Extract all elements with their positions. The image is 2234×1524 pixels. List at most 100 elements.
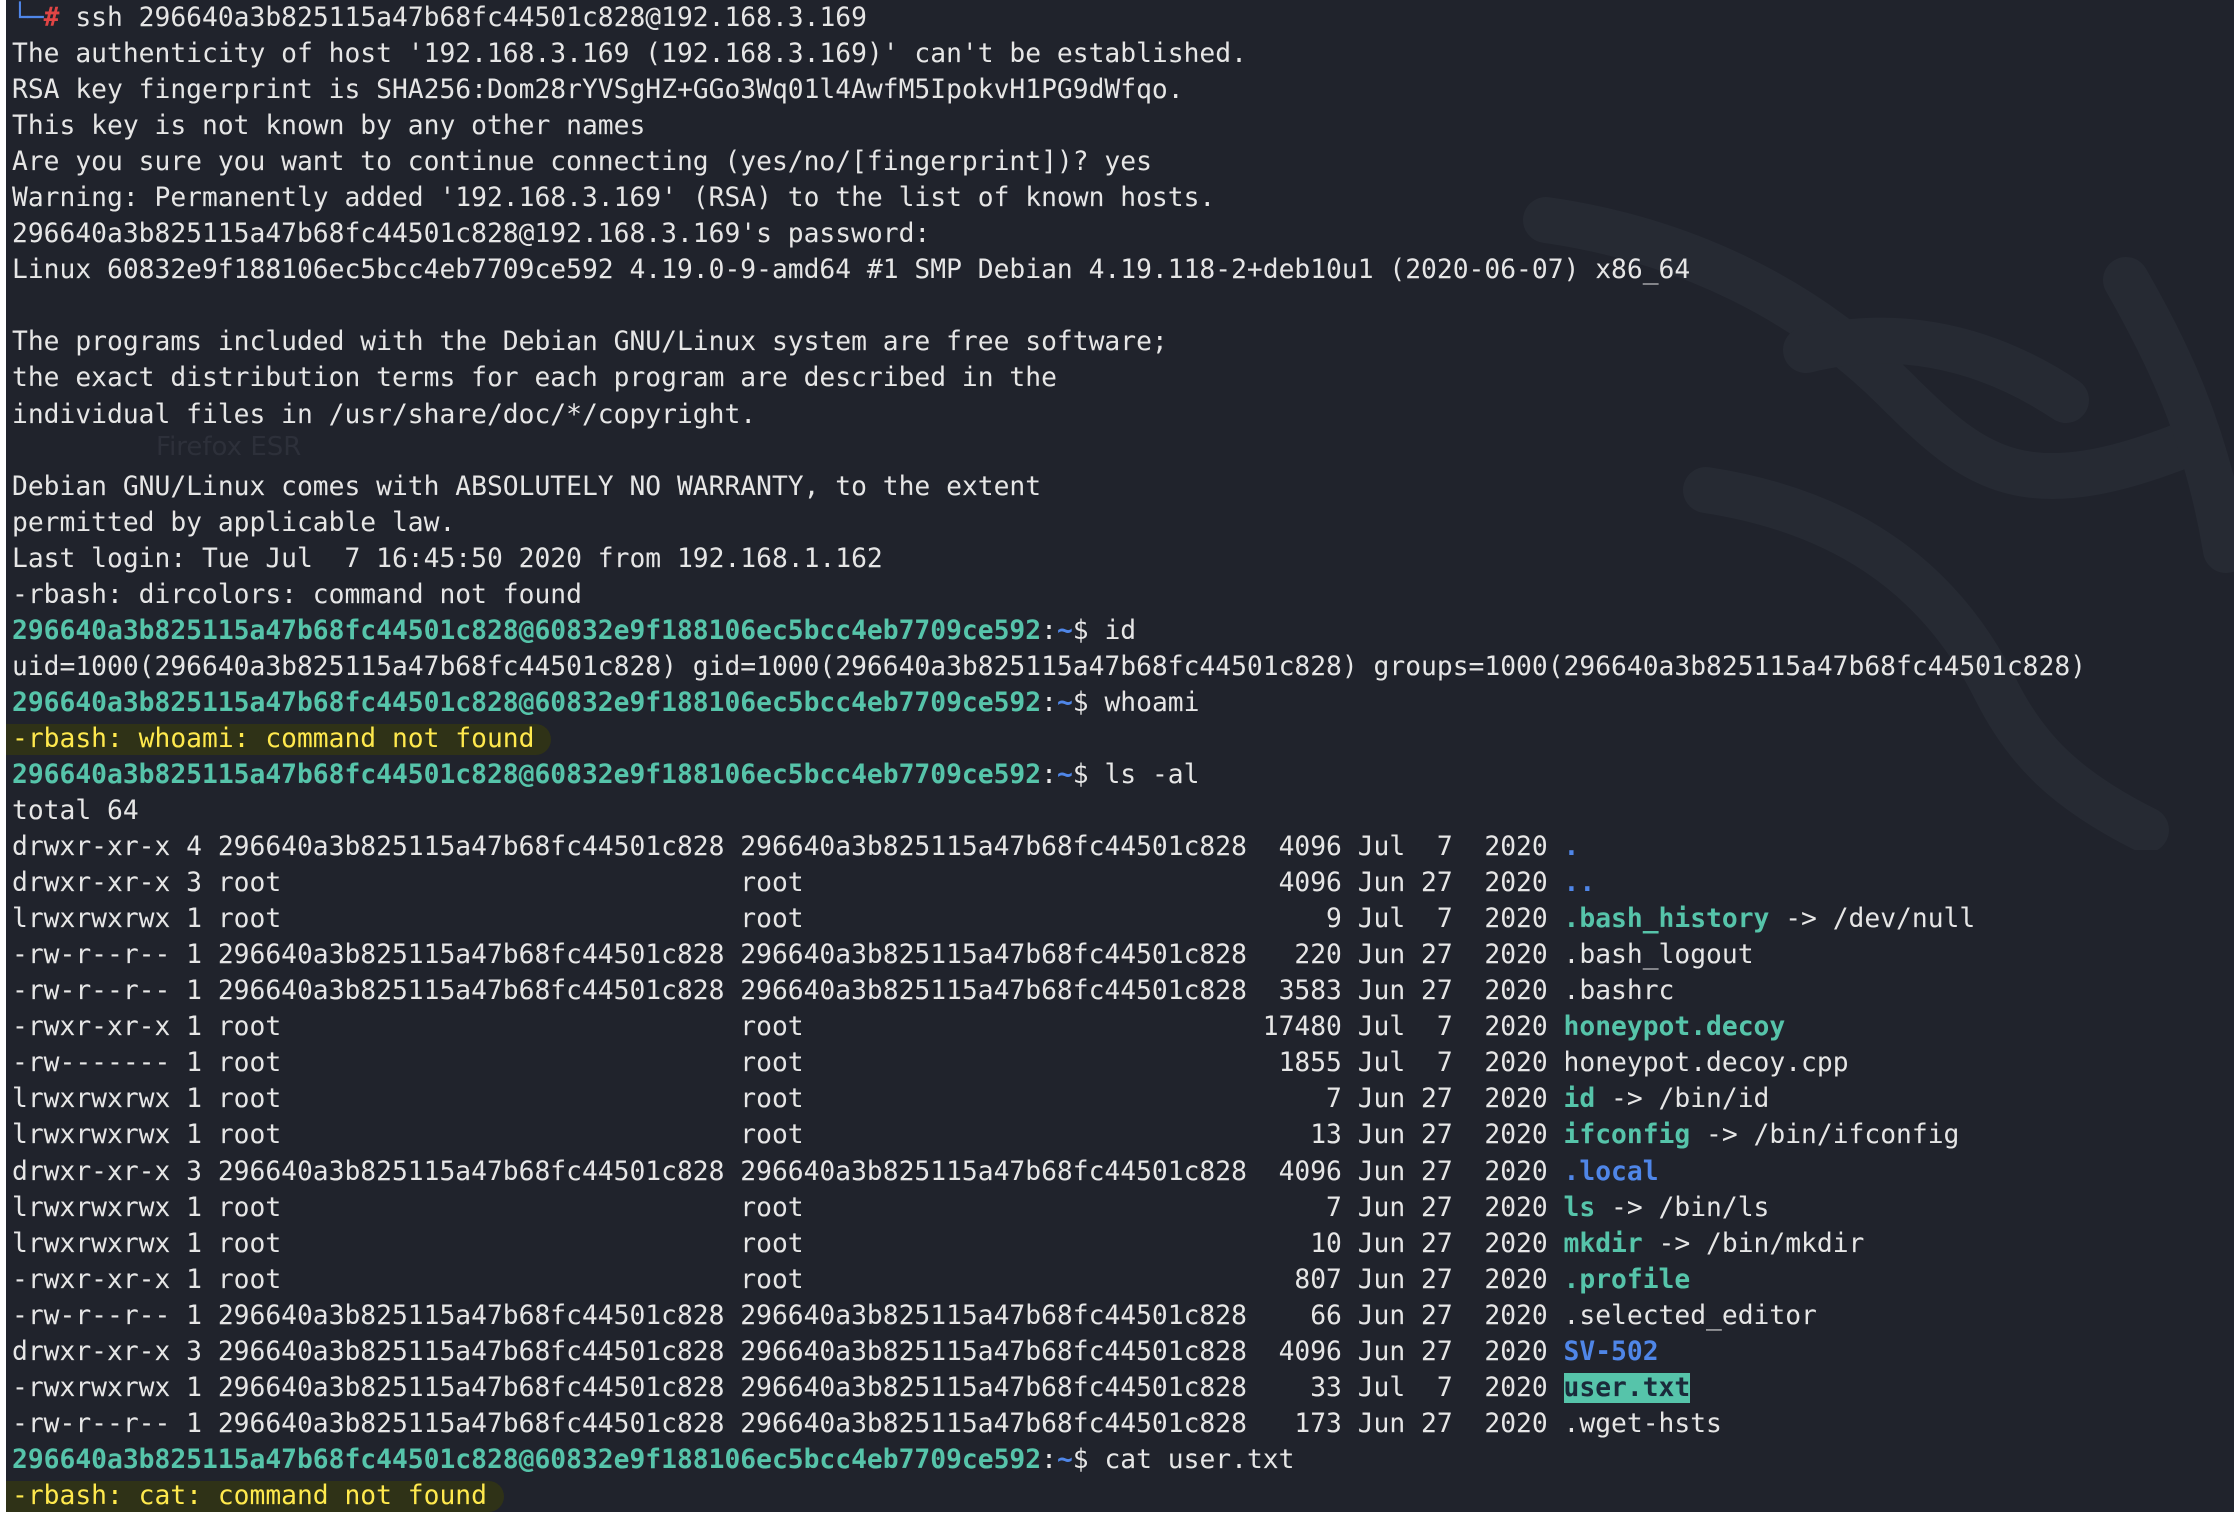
ls-entry-link-target: -> /bin/ls — [1595, 1192, 1770, 1223]
output-text: Are you sure you want to continue connec… — [12, 147, 1152, 178]
ls-entry: -rw-r--r-- 1 296640a3b825115a47b68fc4450… — [12, 973, 2086, 1009]
error-text: -rbash: whoami: command not found — [12, 723, 535, 754]
ls-entry-meta: drwxr-xr-x 3 root root 4096 Jun 27 2020 — [12, 868, 1564, 899]
ls-entry-name: .. — [1563, 868, 1596, 899]
prompt-separator: : — [1041, 687, 1057, 718]
terminal-line: The programs included with the Debian GN… — [12, 324, 2086, 360]
prompt-dollar: $ — [1072, 1444, 1089, 1475]
typed-command: ls -al — [1088, 759, 1200, 790]
output-text: -rbash: dircolors: command not found — [12, 579, 582, 610]
output-text: Debian GNU/Linux comes with ABSOLUTELY N… — [12, 471, 1042, 502]
ls-entry: -rwxrwxrwx 1 296640a3b825115a47b68fc4450… — [12, 1370, 2086, 1406]
terminal-line: Last login: Tue Jul 7 16:45:50 2020 from… — [12, 541, 2086, 577]
ls-entry: -rw-r--r-- 1 296640a3b825115a47b68fc4450… — [12, 1406, 2086, 1442]
ls-entry-name: .local — [1563, 1156, 1659, 1187]
output-text: Last login: Tue Jul 7 16:45:50 2020 from… — [12, 543, 883, 574]
ls-entry-name: .selected_editor — [1563, 1300, 1817, 1331]
ls-entry-meta: -rwxr-xr-x 1 root root 17480 Jul 7 2020 — [12, 1012, 1564, 1043]
terminal-line: RSA key fingerprint is SHA256:Dom28rYVSg… — [12, 72, 2086, 108]
ls-entry-name: . — [1563, 832, 1580, 863]
prompt-line: 296640a3b825115a47b68fc44501c828@60832e9… — [12, 685, 2086, 721]
output-text: Linux 60832e9f188106ec5bcc4eb7709ce592 4… — [12, 255, 1691, 286]
prompt-separator: : — [1041, 615, 1057, 646]
ls-entry-link-target: -> /bin/mkdir — [1642, 1228, 1865, 1259]
ls-entry-name: id — [1563, 1084, 1596, 1115]
ls-entry-meta: lrwxrwxrwx 1 root root 7 Jun 27 2020 — [12, 1192, 1564, 1223]
ls-entry-meta: -rwxrwxrwx 1 296640a3b825115a47b68fc4450… — [12, 1372, 1564, 1403]
ls-entry-meta: drwxr-xr-x 3 296640a3b825115a47b68fc4450… — [12, 1156, 1564, 1187]
ls-entry-link-target: -> /bin/id — [1595, 1084, 1770, 1115]
ls-entry-link-target: -> /bin/ifconfig — [1690, 1120, 1960, 1151]
prompt-dollar: $ — [1072, 759, 1089, 790]
ls-entry-meta: -rw-r--r-- 1 296640a3b825115a47b68fc4450… — [12, 1408, 1564, 1439]
ls-entry-name: honeypot.decoy.cpp — [1563, 1048, 1849, 1079]
terminal-line: -rbash: whoami: command not found — [6, 721, 2086, 757]
ls-entry-meta: drwxr-xr-x 4 296640a3b825115a47b68fc4450… — [12, 832, 1564, 863]
typed-command: cat user.txt — [1088, 1444, 1295, 1475]
ls-entry-meta: -rw-r--r-- 1 296640a3b825115a47b68fc4450… — [12, 1300, 1564, 1331]
prompt-path: ~ — [1056, 615, 1073, 646]
prompt-path: ~ — [1056, 759, 1073, 790]
output-text: the exact distribution terms for each pr… — [12, 363, 1057, 394]
output-text: This key is not known by any other names — [12, 111, 646, 142]
ls-entry-name: .bashrc — [1563, 976, 1675, 1007]
ls-entry: lrwxrwxrwx 1 root root 10 Jun 27 2020 mk… — [12, 1226, 2086, 1262]
ls-entry-name: .bash_history — [1563, 904, 1770, 935]
ls-entry-name: honeypot.decoy — [1563, 1012, 1786, 1043]
ls-entry: -rwxr-xr-x 1 root root 807 Jun 27 2020 .… — [12, 1262, 2086, 1298]
ls-entry-meta: lrwxrwxrwx 1 root root 13 Jun 27 2020 — [12, 1120, 1564, 1151]
ls-entry-meta: lrwxrwxrwx 1 root root 9 Jul 7 2020 — [12, 904, 1564, 935]
ls-entry: drwxr-xr-x 3 296640a3b825115a47b68fc4450… — [12, 1154, 2086, 1190]
terminal-line: -rbash: dircolors: command not found — [12, 577, 2086, 613]
prompt-user-host: 296640a3b825115a47b68fc44501c828@60832e9… — [12, 1444, 1042, 1475]
ls-entry-name: SV-502 — [1563, 1336, 1659, 1367]
prompt-path: ~ — [1056, 1444, 1073, 1475]
terminal-line: The authenticity of host '192.168.3.169 … — [12, 36, 2086, 72]
output-text: individual files in /usr/share/doc/*/cop… — [12, 399, 757, 430]
ls-entry-name: user.txt — [1563, 1372, 1691, 1403]
output-text: RSA key fingerprint is SHA256:Dom28rYVSg… — [12, 75, 1184, 106]
ls-entry: lrwxrwxrwx 1 root root 9 Jul 7 2020 .bas… — [12, 901, 2086, 937]
prompt-corner: └─ — [12, 3, 44, 33]
ls-entry-name: .wget-hsts — [1563, 1408, 1722, 1439]
terminal-line: the exact distribution terms for each pr… — [12, 360, 2086, 396]
terminal-window[interactable]: Firefox ESR └─# ssh 296640a3b825115a47b6… — [6, 0, 2234, 1512]
output-text: total 64 — [12, 796, 139, 827]
ls-entry: lrwxrwxrwx 1 root root 7 Jun 27 2020 ls … — [12, 1190, 2086, 1226]
terminal-line: 296640a3b825115a47b68fc44501c828@192.168… — [12, 216, 2086, 252]
ls-entry-name: .bash_logout — [1563, 940, 1754, 971]
ls-entry-name: mkdir — [1563, 1228, 1643, 1259]
output-text: The programs included with the Debian GN… — [12, 327, 1168, 358]
terminal-line: Debian GNU/Linux comes with ABSOLUTELY N… — [12, 469, 2086, 505]
output-text: uid=1000(296640a3b825115a47b68fc44501c82… — [12, 651, 2086, 682]
terminal-line: total 64 — [12, 793, 2086, 829]
ls-entry: -rw-r--r-- 1 296640a3b825115a47b68fc4450… — [12, 1298, 2086, 1334]
ls-entry-name: .profile — [1563, 1264, 1691, 1295]
ls-entry-link-target: -> /dev/null — [1769, 904, 1976, 935]
ls-entry-meta: lrwxrwxrwx 1 root root 10 Jun 27 2020 — [12, 1228, 1564, 1259]
prompt-separator: : — [1041, 759, 1057, 790]
prompt-path: ~ — [1056, 687, 1073, 718]
terminal-line: uid=1000(296640a3b825115a47b68fc44501c82… — [12, 649, 2086, 685]
ls-entry-meta: drwxr-xr-x 3 296640a3b825115a47b68fc4450… — [12, 1336, 1564, 1367]
terminal-line: individual files in /usr/share/doc/*/cop… — [12, 397, 2086, 433]
ls-entry: drwxr-xr-x 3 root root 4096 Jun 27 2020 … — [12, 865, 2086, 901]
terminal-line: Are you sure you want to continue connec… — [12, 144, 2086, 180]
ls-entry-meta: -rw-r--r-- 1 296640a3b825115a47b68fc4450… — [12, 940, 1564, 971]
prompt-line: 296640a3b825115a47b68fc44501c828@60832e9… — [12, 757, 2086, 793]
ls-entry: -rwxr-xr-x 1 root root 17480 Jul 7 2020 … — [12, 1009, 2086, 1045]
terminal-line: permitted by applicable law. — [12, 505, 2086, 541]
terminal-line: This key is not known by any other names — [12, 108, 2086, 144]
terminal-line: Linux 60832e9f188106ec5bcc4eb7709ce592 4… — [12, 252, 2086, 288]
prompt-user-host: 296640a3b825115a47b68fc44501c828@60832e9… — [12, 615, 1042, 646]
ls-entry: lrwxrwxrwx 1 root root 13 Jun 27 2020 if… — [12, 1117, 2086, 1153]
output-text: permitted by applicable law. — [12, 507, 456, 538]
ls-entry-meta: lrwxrwxrwx 1 root root 7 Jun 27 2020 — [12, 1084, 1564, 1115]
output-text: The authenticity of host '192.168.3.169 … — [12, 39, 1247, 70]
ls-entry-name: ls — [1563, 1192, 1596, 1223]
prompt-separator: : — [1041, 1444, 1057, 1475]
terminal-output: └─# ssh 296640a3b825115a47b68fc44501c828… — [6, 0, 2086, 1512]
ls-entry: lrwxrwxrwx 1 root root 7 Jun 27 2020 id … — [12, 1081, 2086, 1117]
prompt-user-host: 296640a3b825115a47b68fc44501c828@60832e9… — [12, 759, 1042, 790]
